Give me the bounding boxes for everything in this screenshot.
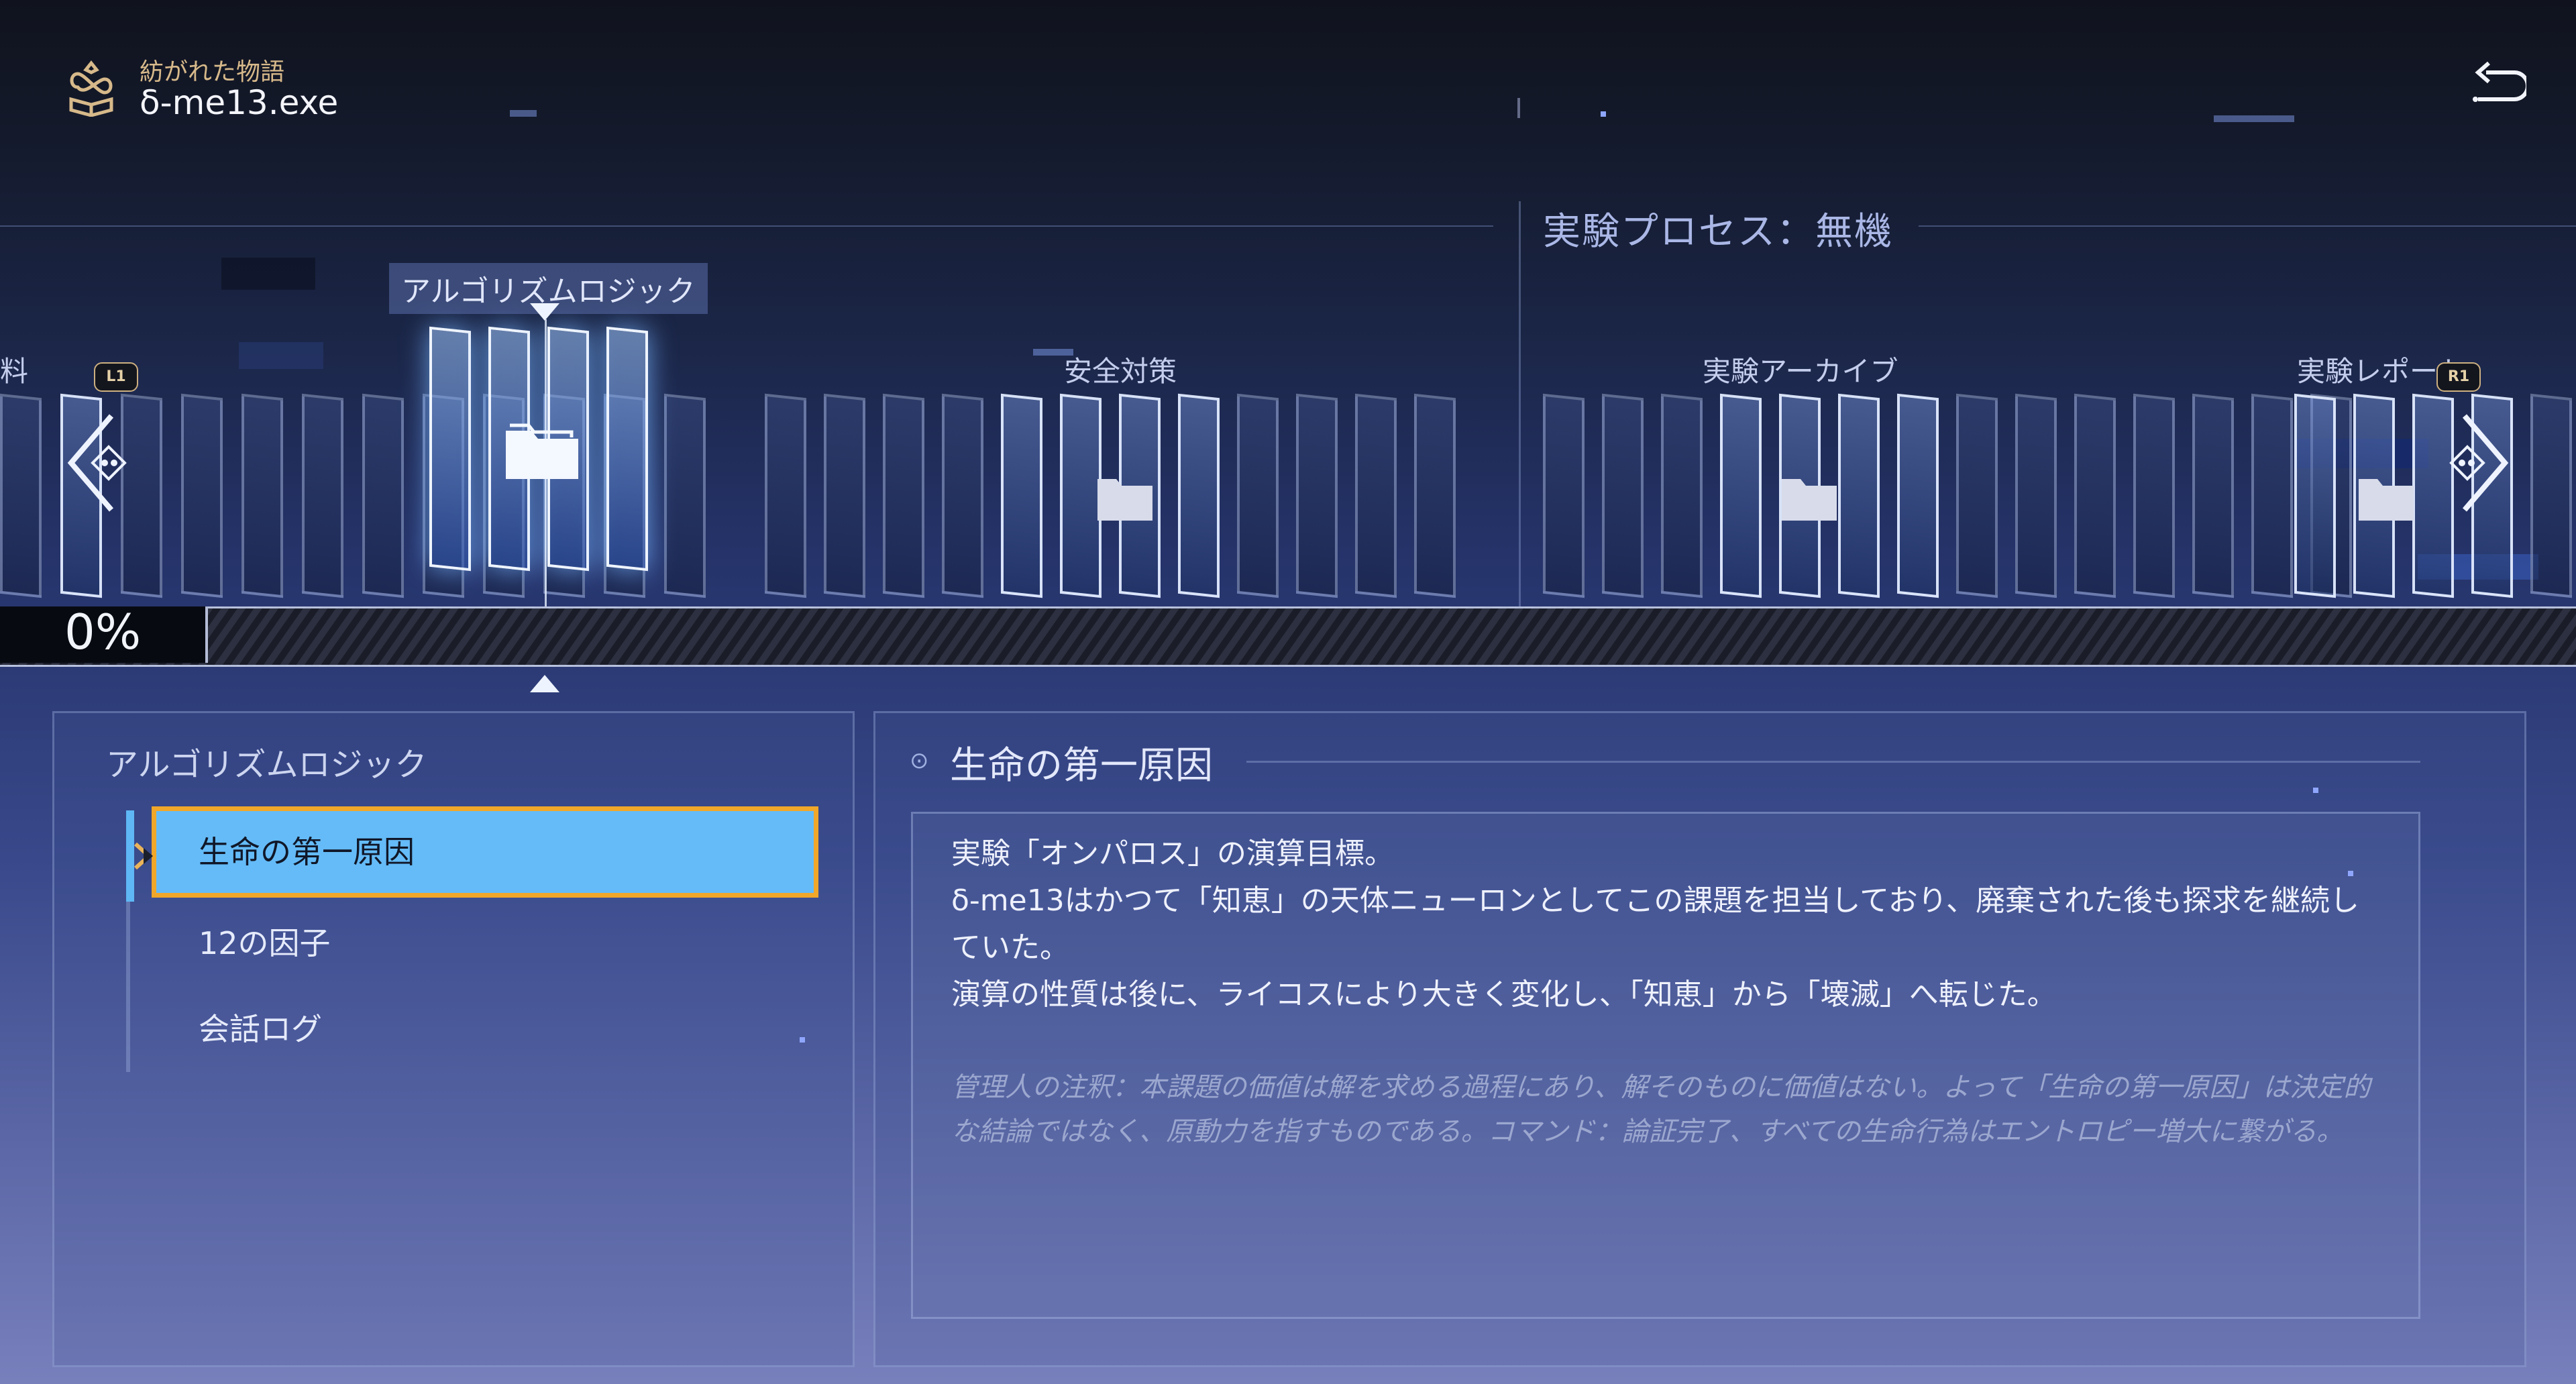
list-item-label: 生命の第一原因 xyxy=(199,834,415,870)
folder-panel xyxy=(1543,393,1585,598)
back-arrow-icon xyxy=(2473,61,2530,102)
folder-panel xyxy=(1001,393,1042,598)
progress-value: 0% xyxy=(64,604,142,660)
folder-panel xyxy=(0,393,42,598)
list-item-label: 会話ログ xyxy=(199,1011,322,1047)
folder-panel xyxy=(2294,393,2336,598)
glitch-line xyxy=(2214,115,2294,122)
divider-line xyxy=(0,225,1493,227)
folder-panel xyxy=(2192,393,2234,598)
folder-panel xyxy=(883,393,924,598)
pointer-bottom-icon xyxy=(530,675,559,692)
list-item-first-cause[interactable]: 生命の第一原因 xyxy=(152,806,818,898)
chevron-left-icon xyxy=(67,414,127,512)
glitch-line xyxy=(510,110,537,117)
folder-panel xyxy=(1178,393,1220,598)
entry-title: 生命の第一原因 xyxy=(950,744,1213,788)
category-title: アルゴリズムロジック xyxy=(106,746,427,784)
entry-bullet-icon: ⊙ xyxy=(910,747,929,774)
folder-panel xyxy=(1414,393,1456,598)
list-item-twelve-factors[interactable]: 12の因子 xyxy=(152,898,818,989)
folder-panel xyxy=(1237,393,1279,598)
folder-panel xyxy=(2251,393,2293,598)
entry-paragraph: δ-me13はかつて「知恵」の天体ニューロンとしてこの課題を担当しており、廃棄さ… xyxy=(951,884,2359,965)
folder-panel xyxy=(942,393,983,598)
story-emblem-icon xyxy=(64,59,118,117)
folder-panel xyxy=(1355,393,1397,598)
l1-badge: L1 xyxy=(94,362,138,392)
entry-paragraph: 演算の性質は後に、ライコスにより大きく変化し、「知恵」から「壊滅」へ転じた。 xyxy=(951,977,2057,1012)
chevron-right-icon xyxy=(2449,414,2509,512)
folder-panel xyxy=(1296,393,1338,598)
decor-dot xyxy=(2348,871,2353,876)
story-subtitle: 紡がれた物語 xyxy=(140,58,285,86)
folder-panel xyxy=(302,393,343,598)
previous-group-button[interactable] xyxy=(64,409,145,517)
list-item-label: 12の因子 xyxy=(199,925,331,961)
pointer-top-icon xyxy=(530,303,559,321)
folder-panel xyxy=(181,393,223,598)
next-group-button[interactable] xyxy=(2431,409,2512,517)
folder-panel xyxy=(2015,393,2057,598)
folder-panel xyxy=(1661,393,1703,598)
folder-icon xyxy=(1095,474,1155,522)
folder-panel xyxy=(2074,393,2116,598)
folder-panel-selected[interactable] xyxy=(429,326,471,572)
entry-note: 管理人の注釈：本課題の価値は解を求める過程にあり、解そのものに価値はない。よって… xyxy=(951,1072,2371,1147)
folder-icon xyxy=(2356,474,2416,522)
r1-badge: R1 xyxy=(2436,362,2481,392)
folder-panel xyxy=(765,393,806,598)
folder-panel xyxy=(1897,393,1939,598)
group-label: 実験アーカイブ xyxy=(1703,355,1898,388)
entry-title-line xyxy=(1246,761,2420,763)
folder-panel xyxy=(1720,393,1762,598)
folder-panel xyxy=(2133,393,2175,598)
top-header: 紡がれた物語 δ-me13.exe xyxy=(0,0,2576,148)
stage-title: 実験プロセス：無機 xyxy=(1543,210,1893,254)
back-button[interactable] xyxy=(2466,58,2530,118)
folder-track xyxy=(0,262,2576,610)
folder-panel xyxy=(362,393,404,598)
selection-marker-icon xyxy=(131,841,161,877)
folder-panel xyxy=(2530,393,2572,598)
decor-dot xyxy=(1601,111,1606,117)
folder-panel xyxy=(1602,393,1644,598)
story-title: δ-me13.exe xyxy=(140,83,339,122)
progress-bar xyxy=(0,606,2576,667)
divider-line xyxy=(1919,225,2576,227)
entry-body: 実験「オンパロス」の演算目標。 δ-me13はかつて「知恵」の天体ニューロンとし… xyxy=(951,831,2373,1018)
decor-dot xyxy=(2313,788,2318,793)
folder-panel xyxy=(1838,393,1880,598)
folder-panel xyxy=(241,393,283,598)
decor-dot xyxy=(800,1037,805,1043)
folder-panel-selected[interactable] xyxy=(606,326,648,572)
group-label: 安全対策 xyxy=(1064,355,1177,388)
folder-panel xyxy=(824,393,865,598)
folder-icon xyxy=(1779,474,1839,522)
entry-paragraph: 実験「オンパロス」の演算目標。 xyxy=(951,837,1394,871)
folder-panel xyxy=(1956,393,1998,598)
list-item-conversation-log[interactable]: 会話ログ xyxy=(152,983,818,1075)
folder-panel xyxy=(664,393,706,598)
group-label: 料 xyxy=(0,355,29,388)
divider-tick xyxy=(1517,98,1520,118)
folder-icon xyxy=(502,416,582,483)
